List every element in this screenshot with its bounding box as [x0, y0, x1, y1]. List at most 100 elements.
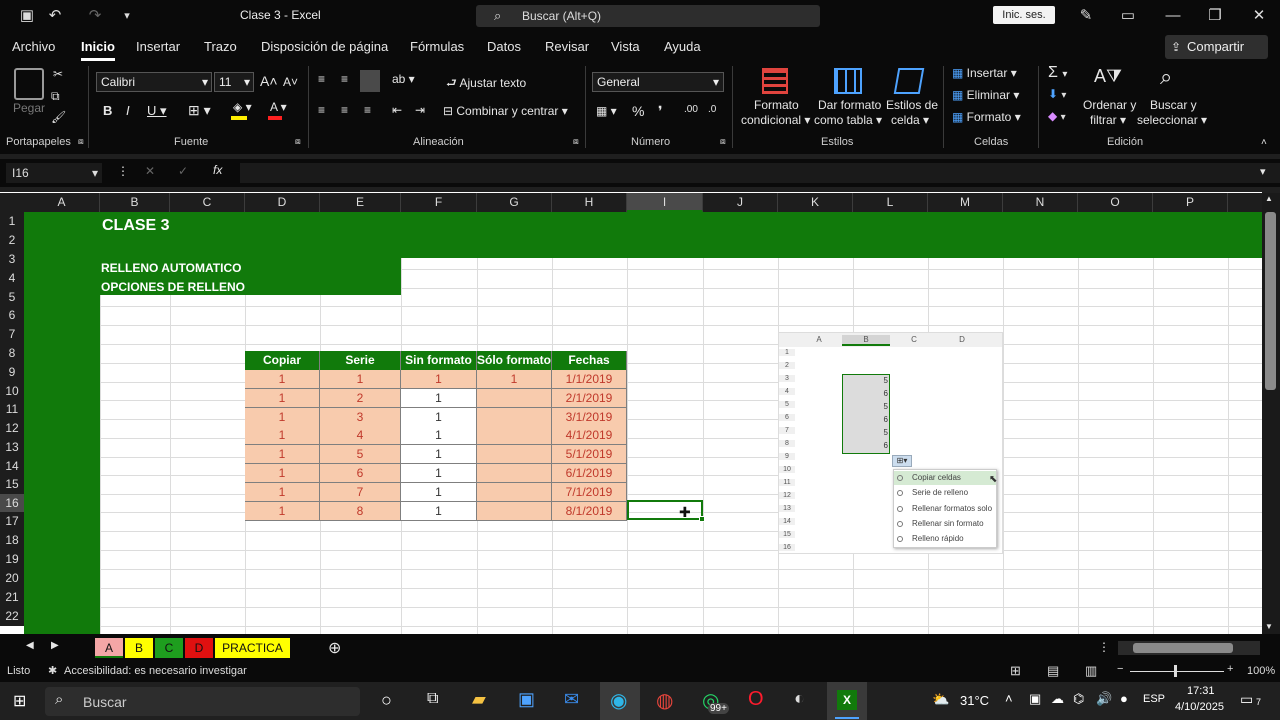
row-header-19[interactable]: 19 [0, 550, 24, 569]
table-cell[interactable]: 1 [401, 445, 477, 465]
find-select-icon[interactable]: ⌕ [1160, 64, 1172, 90]
volume-icon[interactable]: 🔊 [1096, 691, 1112, 707]
selected-cell[interactable] [627, 500, 703, 520]
tab-revisar[interactable]: Revisar [545, 39, 589, 54]
format-table-icon[interactable] [834, 68, 862, 94]
name-box[interactable]: I16 ▾ [6, 163, 102, 183]
horizontal-scroll-thumb[interactable] [1133, 643, 1233, 653]
page-layout-icon[interactable]: ▤ [1047, 663, 1059, 679]
table-cell[interactable]: 3/1/2019 [552, 407, 627, 427]
format-cells-button[interactable]: ▦ Formato ▾ [952, 110, 1021, 124]
copy-icon[interactable]: ⧉ [51, 89, 60, 104]
edge-icon[interactable]: ◉ [610, 688, 627, 713]
table-cell[interactable]: 1 [245, 482, 320, 502]
launcher-icon[interactable]: ⧈ [573, 136, 579, 147]
table-cell[interactable]: 1 [401, 370, 477, 389]
column-header-f[interactable]: F [401, 193, 477, 212]
paste-icon[interactable] [14, 68, 44, 100]
table-cell[interactable] [477, 501, 552, 521]
table-cell[interactable]: 6/1/2019 [552, 464, 627, 483]
redo-icon[interactable]: ↷ [85, 6, 105, 26]
align-center-icon[interactable]: ≡ [341, 103, 348, 117]
vertical-scroll-thumb[interactable] [1265, 212, 1276, 390]
merge-center-button[interactable]: ⊟ Combinar y centrar ▾ [443, 104, 568, 118]
column-header-j[interactable]: J [703, 193, 778, 212]
table-cell[interactable]: 1 [245, 501, 320, 521]
align-left-icon[interactable]: ≡ [318, 103, 325, 117]
windows-start-icon[interactable]: ⊞ [13, 691, 26, 711]
table-cell[interactable]: 1 [320, 370, 401, 389]
table-cell[interactable]: 1 [401, 501, 477, 521]
launcher-icon[interactable]: ⧈ [295, 136, 301, 147]
row-header-1[interactable]: 1 [0, 212, 24, 231]
cut-icon[interactable]: ✂ [53, 67, 63, 81]
table-cell[interactable] [477, 445, 552, 465]
cloud-icon[interactable]: ☁ [1051, 691, 1064, 707]
more-icon[interactable]: ⋮ [117, 164, 129, 178]
tab-formulas[interactable]: Fórmulas [410, 39, 464, 54]
tab-disposicion[interactable]: Disposición de página [261, 39, 388, 54]
weather-icon[interactable]: ⛅ [932, 691, 949, 708]
decrease-decimal-icon[interactable]: .0 [708, 104, 716, 115]
notifications-icon[interactable]: ▭ [1240, 691, 1253, 708]
table-cell[interactable]: 7 [320, 482, 401, 502]
table-cell[interactable] [477, 388, 552, 408]
row-header-5[interactable]: 5 [0, 288, 24, 307]
increase-font-icon[interactable]: A˄ [260, 73, 278, 89]
column-header-k[interactable]: K [778, 193, 853, 212]
row-header-6[interactable]: 6 [0, 306, 24, 325]
row-header-16[interactable]: 16 [0, 494, 24, 513]
tab-datos[interactable]: Datos [487, 39, 521, 54]
collapse-ribbon-icon[interactable]: ˄ [1261, 137, 1267, 148]
row-header-7[interactable]: 7 [0, 325, 24, 344]
sort-filter-label-2[interactable]: filtrar ▾ [1090, 113, 1126, 127]
borders-icon[interactable]: ⊞ ▾ [188, 102, 211, 119]
accessibility-icon[interactable]: ✱ [48, 664, 57, 677]
font-name-select[interactable]: Calibri ▾ [96, 72, 212, 92]
clock-date[interactable]: 4/10/2025 [1175, 701, 1224, 713]
accounting-icon[interactable]: ▦ ▾ [596, 104, 617, 118]
subtitle-line-1[interactable]: RELLENO AUTOMATICO [101, 261, 241, 275]
row-header-20[interactable]: 20 [0, 569, 24, 588]
sign-in-button[interactable]: Inic. ses. [993, 6, 1055, 24]
table-cell[interactable]: 5 [320, 445, 401, 465]
table-cell[interactable]: 1 [401, 482, 477, 502]
row-header-2[interactable]: 2 [0, 231, 24, 250]
launcher-icon[interactable]: ⧈ [78, 136, 84, 147]
chrome-icon[interactable]: ◍ [656, 688, 673, 713]
formula-input[interactable] [240, 163, 1280, 183]
cell-styles-label-2[interactable]: celda ▾ [891, 113, 929, 127]
mail-icon[interactable]: ✉ [564, 689, 579, 710]
subtitle-line-2[interactable]: OPCIONES DE RELLENO [101, 280, 245, 294]
sheet-tab-d[interactable]: D [185, 638, 213, 658]
table-cell[interactable]: 5/1/2019 [552, 445, 627, 465]
prev-sheet-icon[interactable]: ◀ [26, 640, 34, 651]
row-header-12[interactable]: 12 [0, 419, 24, 438]
customize-toolbar-icon[interactable]: ▾ [117, 6, 137, 26]
column-header-m[interactable]: M [928, 193, 1003, 212]
scroll-down-icon[interactable]: ▼ [1265, 622, 1273, 631]
normal-view-icon[interactable]: ⊞ [1010, 663, 1021, 679]
table-header[interactable]: Copiar [245, 351, 320, 370]
table-cell[interactable]: 1 [401, 407, 477, 427]
align-right-icon[interactable]: ≡ [364, 103, 371, 117]
table-cell[interactable] [477, 407, 552, 427]
insert-function-icon[interactable]: fx [213, 163, 222, 177]
zoom-thumb[interactable] [1174, 665, 1177, 677]
minimize-icon[interactable]: — [1163, 6, 1183, 26]
table-cell[interactable]: 8/1/2019 [552, 501, 627, 521]
fill-handle[interactable] [699, 516, 705, 522]
row-header-11[interactable]: 11 [0, 400, 24, 419]
table-cell[interactable] [477, 464, 552, 483]
row-header-18[interactable]: 18 [0, 531, 24, 550]
table-cell[interactable]: 1/1/2019 [552, 370, 627, 389]
find-select-label-1[interactable]: Buscar y [1150, 98, 1197, 112]
table-cell[interactable]: 1 [401, 464, 477, 483]
table-cell[interactable]: 1 [245, 370, 320, 389]
next-sheet-icon[interactable]: ▶ [51, 640, 59, 651]
table-cell[interactable]: 1 [401, 426, 477, 446]
sort-filter-label-1[interactable]: Ordenar y [1083, 98, 1136, 112]
format-table-label-2[interactable]: como tabla ▾ [814, 113, 882, 127]
table-cell[interactable]: 3 [320, 407, 401, 427]
table-cell[interactable]: 1 [245, 426, 320, 446]
